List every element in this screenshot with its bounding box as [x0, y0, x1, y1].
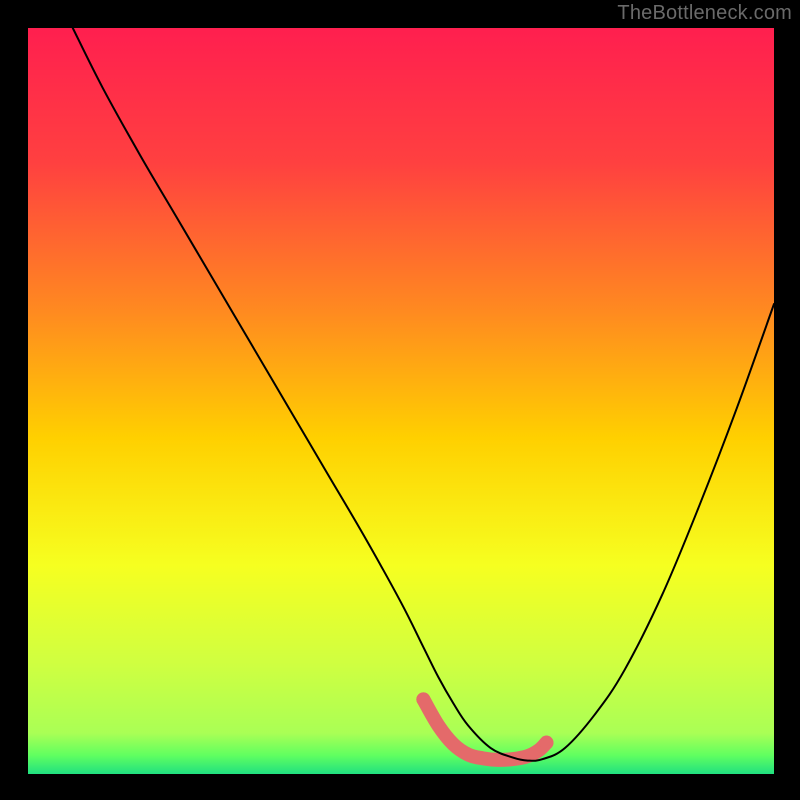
gradient-background	[28, 28, 774, 774]
watermark-text: TheBottleneck.com	[617, 2, 792, 25]
chart-svg	[0, 0, 800, 800]
optimal-zone-endpoint	[416, 692, 430, 706]
optimal-zone-endpoint	[539, 736, 553, 750]
chart-stage: TheBottleneck.com	[0, 0, 800, 800]
